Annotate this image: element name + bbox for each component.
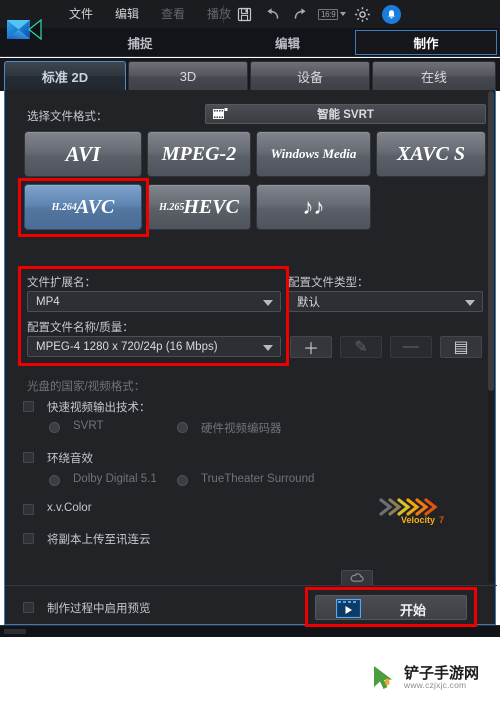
watermark-url: www.czjxjc.com [404, 680, 467, 691]
produce-film-icon [336, 599, 361, 618]
notification-bell-icon[interactable] [382, 4, 402, 24]
watermark-name: 铲子手游网 [404, 664, 480, 682]
truetheater-settings-button[interactable] [341, 570, 373, 586]
undo-icon[interactable] [260, 2, 284, 26]
truetheater-label: TrueTheater Surround [201, 473, 315, 485]
produce-panel: 选择文件格式： 智能 SVRT AVI MPEG-2 Windows Media… [4, 90, 497, 627]
format-button-xavc-s[interactable]: XAVC S [376, 131, 486, 177]
start-button-label: 开始 [400, 603, 427, 618]
panel-divider [5, 585, 497, 586]
powerdirector-camera-icon [7, 18, 42, 41]
file-extension-label: 文件扩展名： [27, 277, 96, 289]
format-button-hevc-label: HEVC [183, 195, 239, 218]
chevron-down-icon [263, 345, 273, 351]
profile-type-value: 默认 [297, 296, 320, 309]
velocity-logo: Velocity 7 [377, 494, 449, 526]
dolby-digital-label: Dolby Digital 5.1 [73, 473, 157, 485]
disc-country-format-label: 光盘的国家/视频格式： [27, 381, 146, 393]
menu-item-view[interactable]: 查看 [150, 0, 196, 28]
profile-name-label: 配置文件名称/质量： [27, 322, 134, 334]
profile-type-dropdown[interactable]: 默认 [288, 291, 483, 312]
svg-text:Velocity: Velocity [401, 515, 435, 525]
menu-bar: 文件 编辑 查看 播放 16:9 [0, 0, 500, 28]
fast-video-output-checkbox[interactable] [23, 401, 34, 412]
edit-profile-button[interactable]: ✎ [340, 336, 382, 358]
chevron-down-icon [465, 300, 475, 306]
upload-cloud-label: 将副本上传至讯连云 [47, 534, 151, 546]
menu-item-edit[interactable]: 编辑 [104, 0, 150, 28]
status-strip-indicator [4, 629, 26, 634]
tab-online[interactable]: 在线 [372, 61, 496, 91]
menu-item-file[interactable]: 文件 [58, 0, 104, 28]
enable-preview-checkbox[interactable] [23, 602, 34, 613]
menu-separator [223, 5, 224, 23]
remove-profile-button[interactable]: — [390, 336, 432, 358]
app-logo [3, 13, 47, 47]
smart-svrt-label: 智能 SVRT [317, 109, 374, 121]
format-button-avc[interactable]: H.264 AVC [24, 184, 142, 230]
format-button-mpeg2[interactable]: MPEG-2 [147, 131, 251, 177]
format-button-hevc[interactable]: H.265 HEVC [147, 184, 251, 230]
add-profile-button[interactable]: ＋ [290, 336, 332, 358]
panel-scrollbar-thumb[interactable] [488, 91, 494, 391]
velocity-chevrons-icon: Velocity 7 [379, 498, 444, 525]
hw-encoder-radio-label: 硬件视频编码器 [201, 423, 282, 435]
upload-cloud-checkbox[interactable] [23, 533, 34, 544]
surround-audio-label: 环绕音效 [47, 453, 93, 465]
profile-type-label: 配置文件类型： [288, 277, 369, 289]
toolbar-icons: 16:9 [232, 0, 402, 28]
svg-text:7: 7 [439, 515, 444, 525]
tab-device[interactable]: 设备 [250, 61, 370, 91]
powerdirector-window: 文件 编辑 查看 播放 16:9 捕捉 编辑 制作 标准 2D 3D 设备 在线… [0, 0, 500, 708]
svrt-icon [213, 108, 228, 119]
dolby-digital-radio[interactable] [49, 475, 60, 486]
smart-svrt-button[interactable]: 智能 SVRT [205, 104, 486, 124]
truetheater-radio[interactable] [177, 475, 188, 486]
enable-preview-label: 制作过程中启用预览 [47, 603, 151, 615]
format-tab-row: 标准 2D 3D 设备 在线 [0, 58, 500, 91]
aspect-ratio-label: 16:9 [318, 8, 339, 20]
file-extension-dropdown[interactable]: MP4 [27, 291, 281, 312]
cloud-icon [350, 573, 364, 582]
status-strip [0, 625, 500, 637]
xvcolor-checkbox[interactable] [23, 504, 34, 515]
svrt-radio-label: SVRT [73, 420, 104, 432]
profile-name-dropdown[interactable]: MPEG-4 1280 x 720/24p (16 Mbps) [27, 336, 281, 357]
format-button-audio-only[interactable]: ♪♪ [256, 184, 371, 230]
fast-video-output-label: 快速视频输出技术： [47, 402, 151, 414]
menu-item-group: 文件 编辑 查看 播放 [58, 0, 242, 28]
watermark-cursor-icon [374, 666, 392, 689]
panel-scrollbar[interactable] [488, 91, 494, 583]
format-button-hevc-codec: H.265 [159, 201, 185, 213]
aspect-ratio-selector[interactable]: 16:9 [318, 8, 347, 20]
format-button-avc-codec: H.264 [51, 201, 77, 213]
profile-list-button[interactable]: ▤ [440, 336, 482, 358]
watermark: 铲子手游网 www.czjxjc.com [370, 663, 479, 693]
hw-encoder-radio[interactable] [177, 422, 188, 433]
module-tab-produce[interactable]: 制作 [355, 30, 497, 55]
redo-icon[interactable] [288, 2, 312, 26]
module-tab-edit[interactable]: 编辑 [225, 30, 350, 55]
chevron-down-icon [340, 12, 347, 16]
module-bar: 捕捉 编辑 制作 [0, 28, 500, 57]
chevron-down-icon [263, 300, 273, 306]
tab-3d[interactable]: 3D [128, 61, 248, 91]
surround-audio-checkbox[interactable] [23, 452, 34, 463]
xvcolor-label: x.v.Color [47, 502, 92, 514]
format-button-avc-label: AVC [75, 195, 115, 218]
file-extension-value: MP4 [36, 295, 60, 308]
module-tab-capture[interactable]: 捕捉 [60, 30, 220, 55]
tab-standard-2d[interactable]: 标准 2D [4, 61, 126, 91]
select-format-label: 选择文件格式： [27, 111, 108, 123]
svrt-radio[interactable] [49, 422, 60, 433]
format-button-avi[interactable]: AVI [24, 131, 142, 177]
settings-gear-icon[interactable] [350, 2, 374, 26]
start-button[interactable]: 开始 [315, 595, 467, 620]
save-icon[interactable] [232, 2, 256, 26]
profile-name-value: MPEG-4 1280 x 720/24p (16 Mbps) [36, 340, 218, 353]
format-button-windows-media[interactable]: Windows Media [256, 131, 371, 177]
